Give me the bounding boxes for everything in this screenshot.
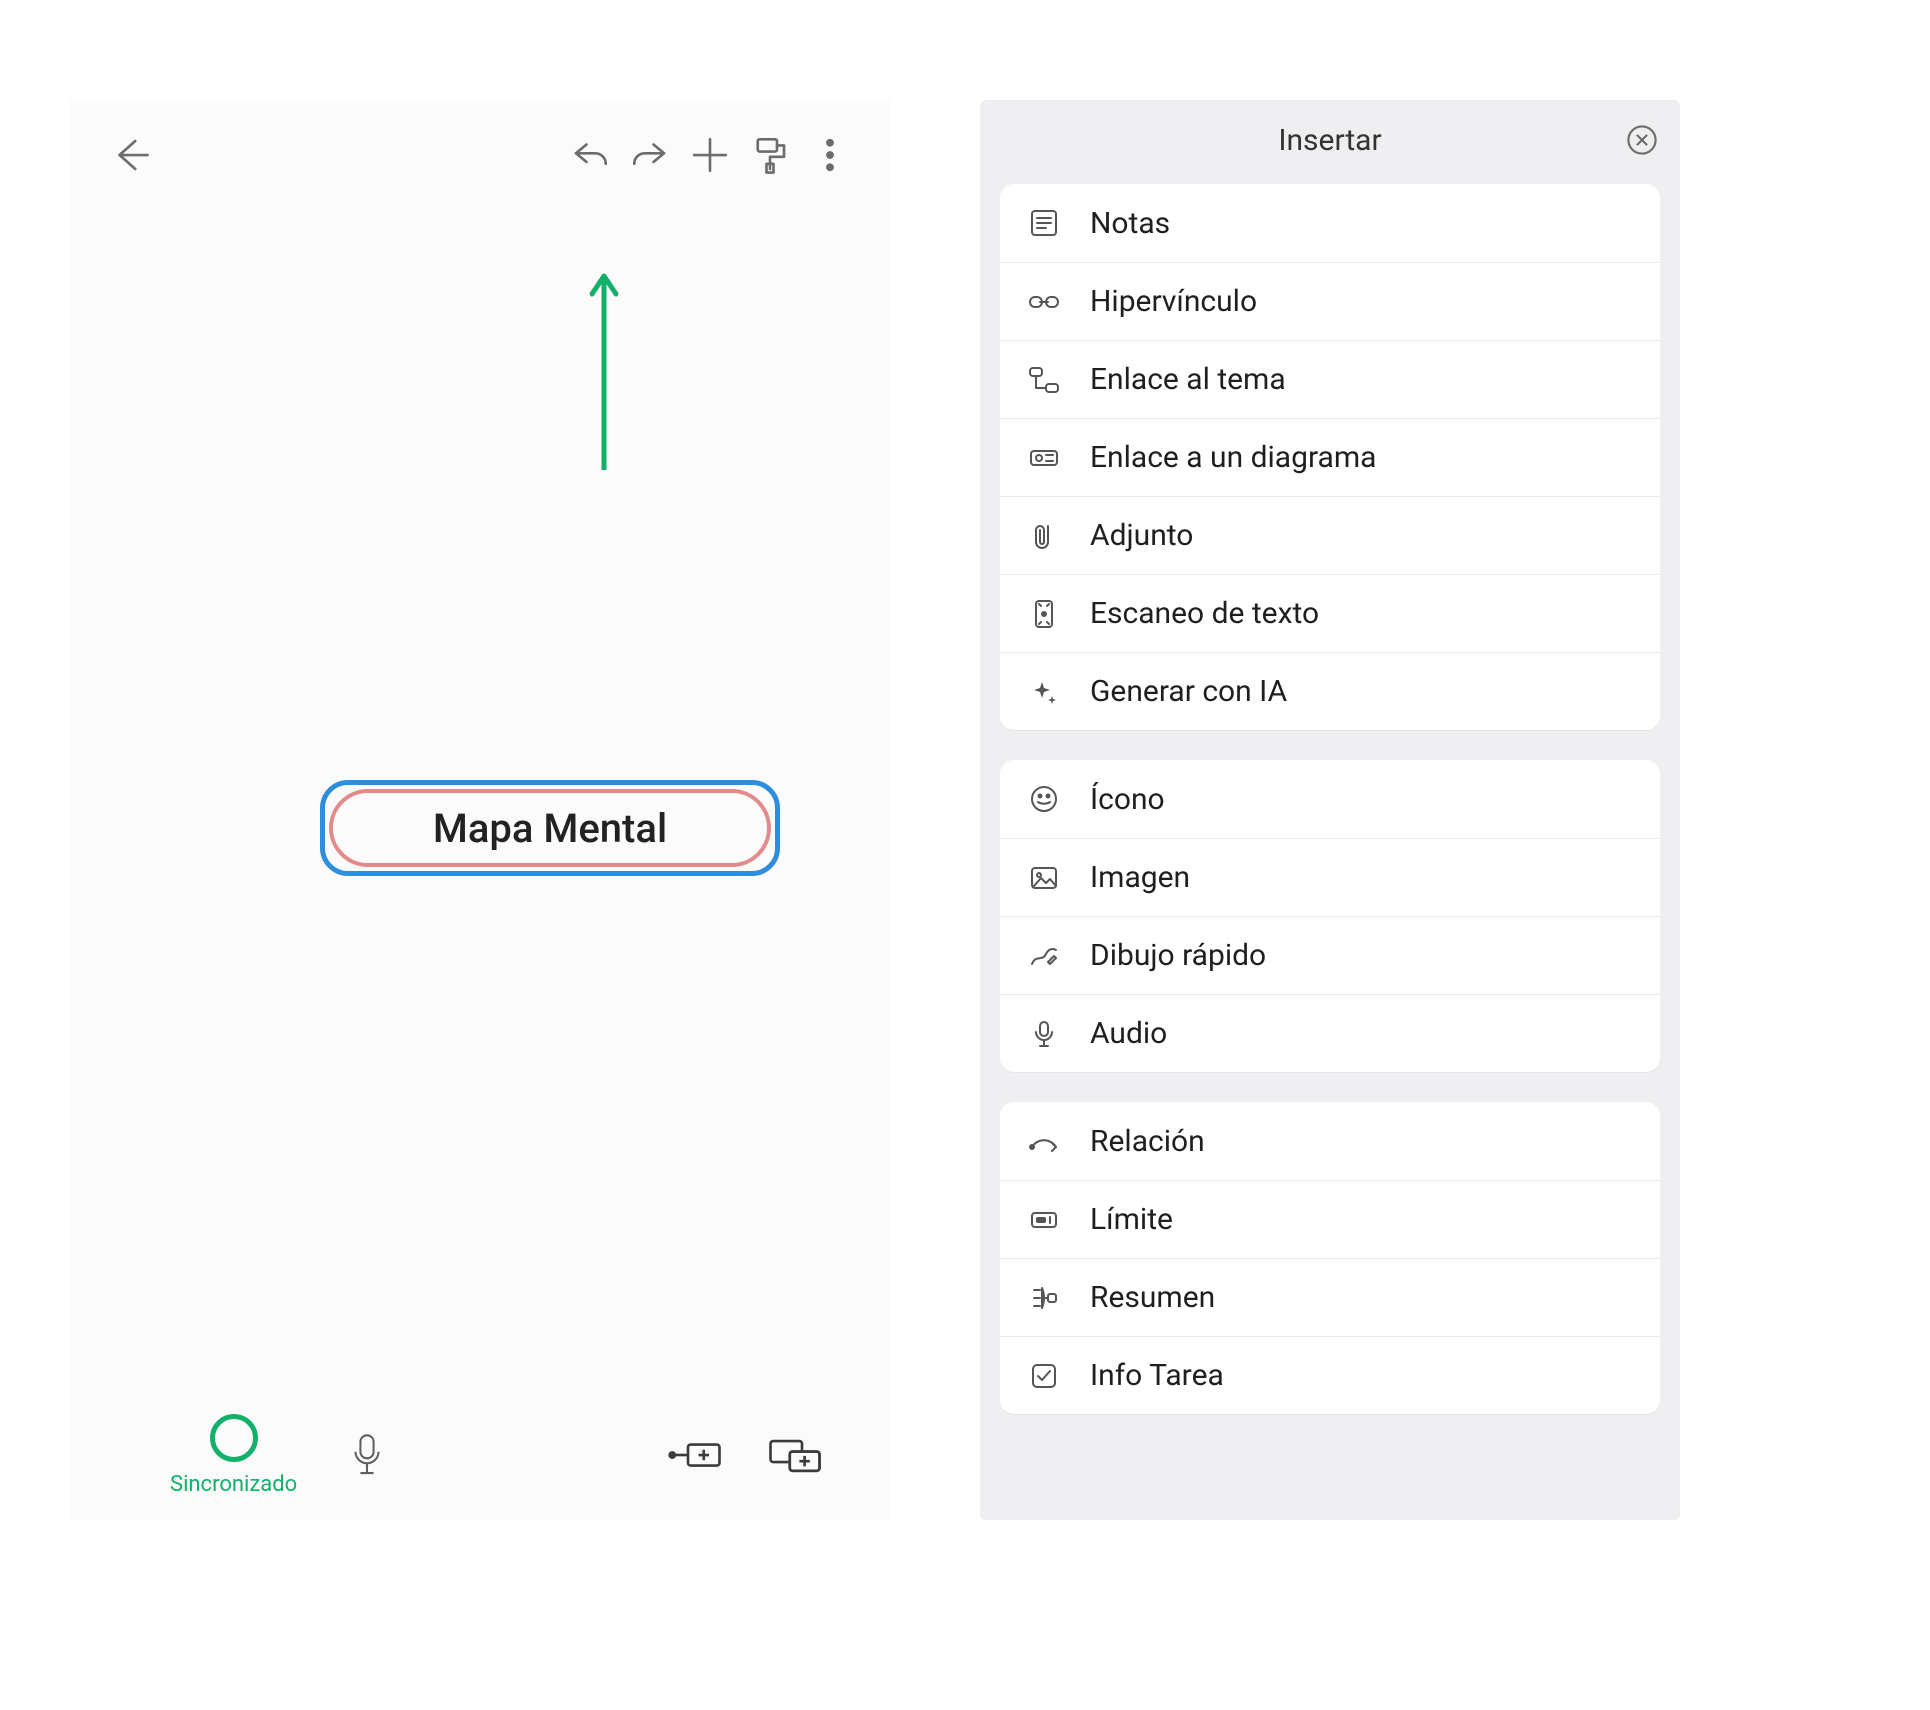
insert-image[interactable]: Imagen <box>1000 838 1660 916</box>
relationship-icon <box>1026 1123 1062 1159</box>
voice-input-button[interactable] <box>337 1425 397 1485</box>
format-button[interactable] <box>740 125 800 185</box>
insert-quick-sketch[interactable]: Dibujo rápido <box>1000 916 1660 994</box>
more-vertical-icon <box>809 134 851 176</box>
insert-boundary-label: Límite <box>1090 1202 1173 1237</box>
insert-quick-sketch-label: Dibujo rápido <box>1090 938 1266 973</box>
top-toolbar <box>70 100 890 210</box>
insert-diagram-link[interactable]: Enlace a un diagrama <box>1000 418 1660 496</box>
close-panel-button[interactable] <box>1622 120 1662 160</box>
format-roller-icon <box>749 134 791 176</box>
undo-icon <box>569 134 611 176</box>
redo-button[interactable] <box>620 125 680 185</box>
insert-icon[interactable]: Ícono <box>1000 760 1660 838</box>
microphone-icon <box>350 1432 384 1478</box>
insert-hyperlink[interactable]: Hipervínculo <box>1000 262 1660 340</box>
emoji-icon <box>1026 781 1062 817</box>
attachment-icon <box>1026 518 1062 554</box>
back-arrow-icon <box>109 134 151 176</box>
hint-arrow <box>584 270 624 470</box>
insert-attachment-label: Adjunto <box>1090 518 1193 553</box>
insert-notes[interactable]: Notas <box>1000 184 1660 262</box>
notes-icon <box>1026 205 1062 241</box>
diagram-link-icon <box>1026 440 1062 476</box>
insert-panel-title: Insertar <box>1278 123 1381 158</box>
topic-link-icon <box>1026 362 1062 398</box>
insert-summary[interactable]: Resumen <box>1000 1258 1660 1336</box>
summary-icon <box>1026 1280 1062 1316</box>
back-button[interactable] <box>100 125 160 185</box>
add-subtopic-button[interactable] <box>660 1430 730 1480</box>
hyperlink-icon <box>1026 284 1062 320</box>
insert-relationship-label: Relación <box>1090 1124 1205 1159</box>
insert-notes-label: Notas <box>1090 206 1170 241</box>
editor-canvas: Mapa Mental Sincronizado <box>70 100 890 1520</box>
insert-topic-link[interactable]: Enlace al tema <box>1000 340 1660 418</box>
add-button[interactable] <box>680 125 740 185</box>
insert-task-info-label: Info Tarea <box>1090 1358 1224 1393</box>
insert-generate-ai[interactable]: Generar con IA <box>1000 652 1660 730</box>
redo-icon <box>629 134 671 176</box>
image-icon <box>1026 860 1062 896</box>
more-menu-button[interactable] <box>800 125 860 185</box>
boundary-icon <box>1026 1202 1062 1238</box>
insert-icon-label: Ícono <box>1090 782 1165 817</box>
insert-audio-label: Audio <box>1090 1016 1167 1051</box>
root-topic-node[interactable]: Mapa Mental <box>320 780 780 876</box>
insert-attachment[interactable]: Adjunto <box>1000 496 1660 574</box>
sync-circle-icon <box>210 1414 258 1462</box>
close-icon <box>1625 123 1659 157</box>
insert-scan-text-label: Escaneo de texto <box>1090 596 1319 631</box>
insert-panel: Insertar Notas Hipervínculo <box>980 100 1680 1520</box>
bottom-toolbar: Sincronizado <box>70 1390 890 1520</box>
insert-boundary[interactable]: Límite <box>1000 1180 1660 1258</box>
plus-icon <box>689 134 731 176</box>
insert-audio[interactable]: Audio <box>1000 994 1660 1072</box>
insert-group-structure: Relación Límite Resumen Info Tarea <box>1000 1102 1660 1414</box>
audio-mic-icon <box>1026 1016 1062 1052</box>
sketch-icon <box>1026 938 1062 974</box>
insert-relationship[interactable]: Relación <box>1000 1102 1660 1180</box>
add-subtopic-icon <box>667 1435 723 1475</box>
sync-label: Sincronizado <box>170 1472 297 1497</box>
undo-button[interactable] <box>560 125 620 185</box>
add-sheet-icon <box>767 1435 823 1475</box>
insert-generate-ai-label: Generar con IA <box>1090 674 1287 709</box>
insert-group-attachments: Notas Hipervínculo Enlace al tema Enlace… <box>1000 184 1660 730</box>
add-sheet-button[interactable] <box>760 1430 830 1480</box>
task-info-icon <box>1026 1358 1062 1394</box>
insert-hyperlink-label: Hipervínculo <box>1090 284 1257 319</box>
insert-summary-label: Resumen <box>1090 1280 1215 1315</box>
root-topic-label: Mapa Mental <box>329 789 771 867</box>
insert-panel-header: Insertar <box>980 100 1680 180</box>
insert-group-media: Ícono Imagen Dibujo rápido Audio <box>1000 760 1660 1072</box>
insert-image-label: Imagen <box>1090 860 1190 895</box>
insert-scan-text[interactable]: Escaneo de texto <box>1000 574 1660 652</box>
scan-text-icon <box>1026 596 1062 632</box>
insert-task-info[interactable]: Info Tarea <box>1000 1336 1660 1414</box>
ai-sparkles-icon <box>1026 674 1062 710</box>
insert-topic-link-label: Enlace al tema <box>1090 362 1286 397</box>
sync-status[interactable]: Sincronizado <box>170 1414 297 1497</box>
insert-diagram-link-label: Enlace a un diagrama <box>1090 440 1377 475</box>
